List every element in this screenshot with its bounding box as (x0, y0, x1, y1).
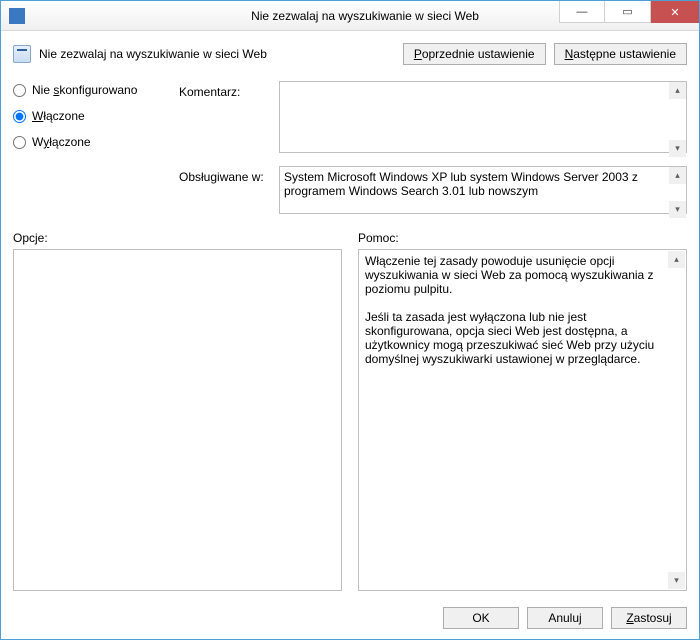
minimize-button[interactable]: — (559, 1, 605, 23)
fields-column: Komentarz: ▴ ▾ Obsługiwane w: ▴ (179, 81, 687, 219)
options-body[interactable] (13, 249, 342, 591)
comment-wrap: ▴ ▾ (279, 81, 687, 158)
apply-button[interactable]: Zastosuj (611, 607, 687, 629)
close-button[interactable]: ✕ (651, 1, 699, 23)
comment-row: Komentarz: ▴ ▾ (179, 81, 687, 158)
window-buttons: — ▭ ✕ (559, 1, 699, 23)
nav-buttons: Poprzednie ustawienie Następne ustawieni… (403, 43, 687, 65)
help-panel: Pomoc: Włączenie tej zasady powoduje usu… (358, 231, 687, 591)
comment-textarea[interactable] (279, 81, 687, 153)
dialog-footer: OK Anuluj Zastosuj (1, 597, 699, 639)
supported-wrap: ▴ ▾ (279, 166, 687, 219)
dialog-body: Nie zezwalaj na wyszukiwanie w sieci Web… (1, 31, 699, 597)
options-label: Opcje: (13, 231, 342, 245)
comment-label: Komentarz: (179, 81, 269, 158)
maximize-button[interactable]: ▭ (605, 1, 651, 23)
titlebar[interactable]: Nie zezwalaj na wyszukiwanie w sieci Web… (1, 1, 699, 31)
policy-dialog: Nie zezwalaj na wyszukiwanie w sieci Web… (0, 0, 700, 640)
help-scroll: ▴ ▾ (668, 251, 685, 589)
radio-disabled[interactable]: Wyłączone (13, 135, 163, 149)
help-label: Pomoc: (358, 231, 687, 245)
supported-label: Obsługiwane w: (179, 166, 269, 219)
lower-panels: Opcje: Pomoc: Włączenie tej zasady powod… (13, 231, 687, 591)
config-row: Nie skonfigurowano Włączone Wyłączone Ko… (13, 81, 687, 219)
radio-not-configured-label: Nie skonfigurowano (32, 83, 137, 97)
scroll-up-icon[interactable]: ▴ (668, 251, 685, 268)
radio-enabled-input[interactable] (13, 110, 26, 123)
previous-setting-button[interactable]: Poprzednie ustawienie (403, 43, 546, 65)
app-icon (9, 8, 25, 24)
radio-disabled-label: Wyłączone (32, 135, 91, 149)
radio-disabled-input[interactable] (13, 136, 26, 149)
header-row: Nie zezwalaj na wyszukiwanie w sieci Web… (13, 39, 687, 75)
help-body[interactable]: Włączenie tej zasady powoduje usunięcie … (358, 249, 687, 591)
radio-not-configured[interactable]: Nie skonfigurowano (13, 83, 163, 97)
supported-row: Obsługiwane w: ▴ ▾ (179, 166, 687, 219)
policy-icon (13, 45, 31, 63)
ok-button[interactable]: OK (443, 607, 519, 629)
scroll-down-icon[interactable]: ▾ (668, 572, 685, 589)
options-panel: Opcje: (13, 231, 342, 591)
state-radios: Nie skonfigurowano Włączone Wyłączone (13, 81, 163, 219)
policy-title: Nie zezwalaj na wyszukiwanie w sieci Web (39, 47, 395, 61)
next-setting-button[interactable]: Następne ustawienie (554, 43, 687, 65)
radio-enabled-label: Włączone (32, 109, 85, 123)
supported-textarea (279, 166, 687, 214)
radio-not-configured-input[interactable] (13, 84, 26, 97)
cancel-button[interactable]: Anuluj (527, 607, 603, 629)
radio-enabled[interactable]: Włączone (13, 109, 163, 123)
